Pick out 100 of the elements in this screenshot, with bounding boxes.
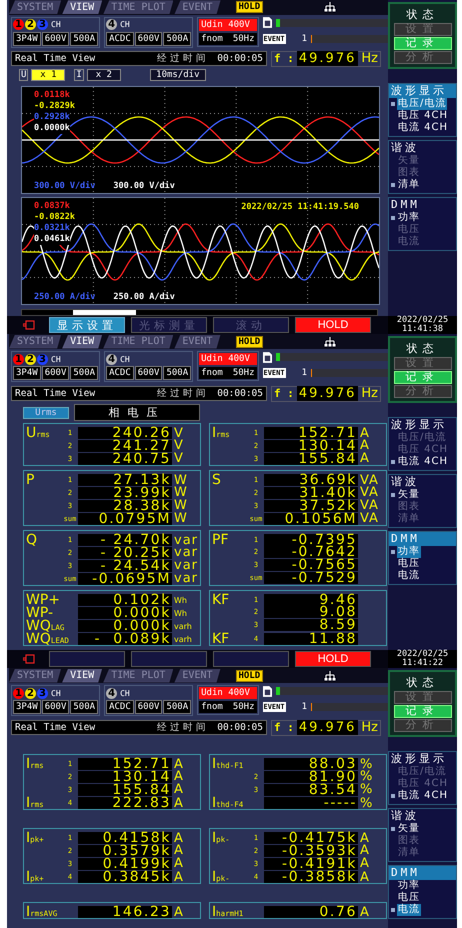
menu-item[interactable]: 电流 4CH [389, 456, 450, 468]
scrollbar[interactable] [21, 309, 378, 316]
tab[interactable]: EVENT [174, 0, 221, 14]
menu-item[interactable]: 图表 [389, 501, 422, 513]
menu-item[interactable]: 记录 [394, 37, 452, 50]
menu-item[interactable]: 电压 [389, 224, 422, 236]
menu-title[interactable]: DMM [389, 198, 456, 212]
menu-item[interactable]: 电流 [389, 570, 422, 582]
meter-value: 0.3845k [78, 871, 172, 883]
softkey-button[interactable] [49, 651, 125, 667]
elapsed-time: 00:00:05 [217, 53, 263, 64]
menu-item[interactable]: 电压 4CH [389, 444, 450, 456]
tab[interactable]: TIME PLOT [103, 668, 174, 682]
softkey-button[interactable]: HOLD [295, 317, 371, 333]
menu-item[interactable]: 电流 4CH [389, 122, 450, 134]
unit-label: varh [173, 622, 193, 630]
menu-item[interactable]: 电流 4CH [389, 790, 450, 802]
menu-item[interactable]: 电压 4CH [389, 110, 450, 122]
unit-label: W [173, 485, 189, 500]
elapsed-label: 经过时间 [157, 721, 210, 734]
meter-value: 27.13k [78, 474, 172, 486]
unit-label: VA [359, 472, 380, 488]
menu-item[interactable]: 清单 [389, 179, 422, 191]
meter-value: 0.0795M [78, 512, 172, 524]
menu-item[interactable]: 设置 [394, 23, 452, 36]
menu-item[interactable]: 图表 [389, 167, 422, 179]
frequency-label: f : [274, 387, 294, 400]
meter-value: 36.69k [264, 474, 358, 486]
timebase-button[interactable]: 10ms/div [150, 69, 206, 82]
softkey-button[interactable] [131, 651, 207, 667]
meter-value: 0.000k [78, 620, 172, 632]
menu-item[interactable]: 记录 [394, 371, 452, 384]
menu-item[interactable]: 矢量 [389, 489, 422, 501]
softkey-button[interactable]: 滚动 [213, 317, 289, 333]
meter-value: 0.1056M [264, 512, 358, 524]
waveform-reading: 0.0000k [34, 123, 70, 134]
event-count: 1 [302, 34, 307, 44]
menu-title[interactable]: 谐波 [389, 475, 456, 489]
division-scale: 250.00 A/div [113, 292, 175, 302]
time-label: 11:41:38 [402, 325, 443, 334]
menu-item[interactable]: 分析 [394, 385, 452, 398]
exit-icon[interactable] [23, 320, 35, 330]
menu-item[interactable]: 设置 [394, 357, 452, 370]
menu-item[interactable]: 分析 [394, 51, 452, 64]
softkey-button[interactable]: 显示设置 [49, 317, 125, 333]
tab[interactable]: SYSTEM [9, 668, 62, 682]
menu-item[interactable]: 电压 4CH [389, 778, 450, 790]
tab[interactable]: TIME PLOT [103, 0, 174, 14]
menu-item[interactable]: 清单 [389, 847, 422, 859]
menu-item[interactable]: 矢量 [389, 155, 422, 167]
network-icon [324, 336, 336, 346]
menu-item[interactable]: 矢量 [389, 823, 422, 835]
menu-item[interactable]: 电流 [389, 236, 422, 248]
menu-item[interactable]: 电压/电流 [389, 432, 448, 444]
menu-item[interactable]: 电压 [389, 892, 422, 904]
meter-value: 0.3579k [78, 844, 172, 856]
menu-title[interactable]: DMM [389, 866, 456, 880]
tab[interactable]: EVENT [174, 334, 221, 348]
meter-value: 0.000k [78, 607, 172, 619]
softkey-button[interactable] [213, 651, 289, 667]
elapsed-label: 经过时间 [157, 52, 210, 66]
menu-title[interactable]: 波形显示 [389, 752, 456, 766]
tab[interactable]: SYSTEM [9, 0, 62, 14]
menu-title[interactable]: 谐波 [389, 141, 456, 155]
unit-label: VA [359, 485, 380, 500]
mode-label: Real Time View [15, 722, 96, 733]
menu-item[interactable]: 清单 [389, 513, 422, 525]
scale-button[interactable]: x 2 [86, 69, 121, 82]
menu-item[interactable]: 记录 [394, 705, 452, 718]
tab[interactable]: VIEW [62, 668, 102, 682]
menu-item[interactable]: 功率 [389, 212, 422, 224]
setting-value: 500A [163, 32, 192, 46]
scale-button[interactable]: x 1 [31, 69, 66, 82]
unit-label: A [359, 843, 371, 858]
meter-value: 0.4199k [78, 858, 172, 870]
tab[interactable]: VIEW [62, 0, 102, 14]
quantity-button[interactable]: Urms [23, 406, 69, 418]
meter-value: 155.84 [264, 452, 358, 464]
menu-item[interactable]: 图表 [389, 835, 422, 847]
unit-label: Wh [173, 608, 188, 618]
menu-item[interactable]: 设置 [394, 691, 452, 704]
softkey-button[interactable]: HOLD [295, 651, 371, 667]
menu-title[interactable]: DMM [389, 532, 456, 546]
channel-number: 1 [13, 19, 24, 30]
meter-value: 88.03 [264, 758, 358, 770]
tab[interactable]: SYSTEM [9, 334, 62, 348]
menu-title[interactable]: 波形显示 [389, 418, 456, 432]
menu-item[interactable]: 分析 [394, 719, 452, 732]
softkey-button[interactable]: 光标测量 [131, 317, 207, 333]
channel-number: 2 [25, 19, 36, 30]
tab[interactable]: VIEW [62, 334, 102, 348]
menu-item[interactable]: 电压/电流 [389, 766, 448, 778]
exit-icon[interactable] [23, 654, 35, 664]
menu-item[interactable]: 电压 [389, 558, 422, 570]
date-label: 2022/02/25 [396, 316, 448, 325]
tab[interactable]: EVENT [174, 668, 221, 682]
menu-title[interactable]: 波形显示 [389, 84, 456, 98]
tab[interactable]: TIME PLOT [103, 334, 174, 348]
menu-title[interactable]: 谐波 [389, 809, 456, 823]
menu-item[interactable]: 功率 [389, 880, 422, 892]
